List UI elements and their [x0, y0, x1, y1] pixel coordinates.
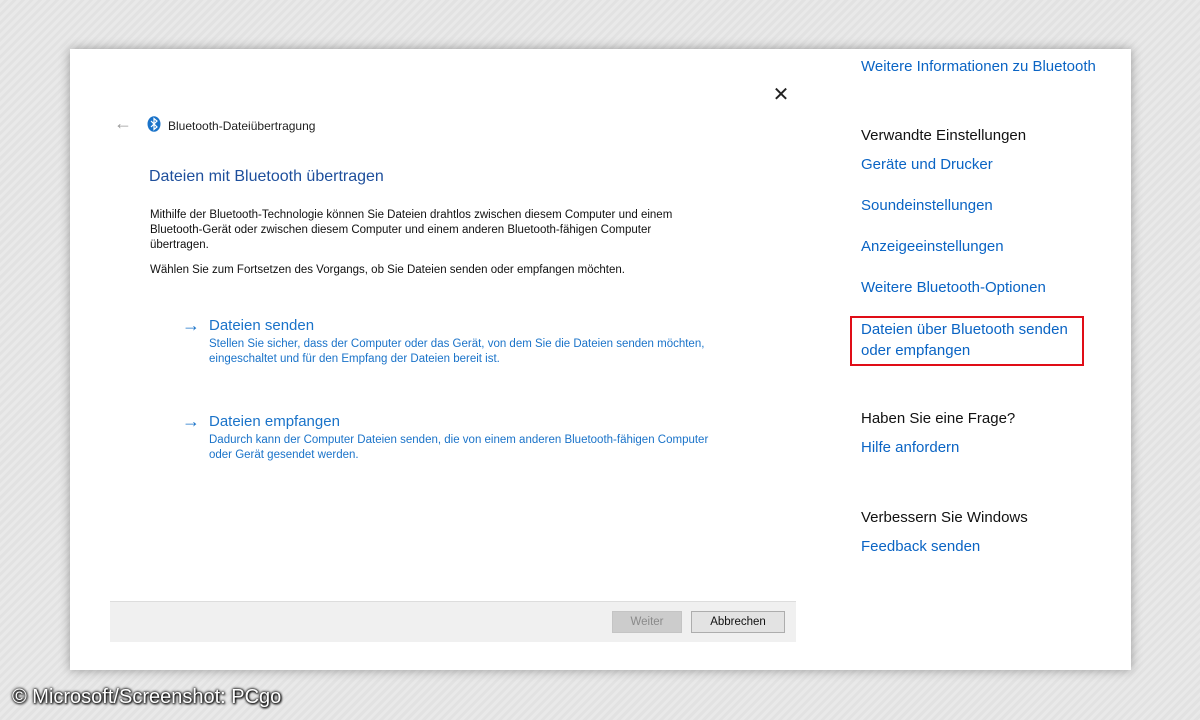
dialog-description: Mithilfe der Bluetooth-Technologie könne… [150, 209, 673, 251]
send-receive-bluetooth-link[interactable]: Dateien über Bluetooth senden oder empfa… [861, 319, 1068, 361]
option-description: Dadurch kann der Computer Dateien senden… [209, 434, 709, 461]
copyright-watermark: © Microsoft/Screenshot: PCgo [12, 686, 282, 708]
back-arrow-icon[interactable]: ← [114, 113, 132, 134]
dialog-title: Bluetooth-Dateiübertragung [168, 119, 316, 133]
more-bluetooth-info-link[interactable]: Weitere Informationen zu Bluetooth [861, 58, 1096, 75]
question-heading: Haben Sie eine Frage? [861, 410, 1016, 427]
dialog-button-bar: Weiter Abbrechen [110, 601, 796, 642]
close-icon[interactable]: ✕ [769, 83, 793, 107]
related-settings-heading: Verwandte Einstellungen [861, 127, 1027, 144]
display-settings-link[interactable]: Anzeigeeinstellungen [861, 238, 1004, 255]
bluetooth-icon [147, 116, 161, 132]
link-line: Dateien über Bluetooth senden [861, 321, 1068, 338]
dialog-prompt: Wählen Sie zum Fortsetzen des Vorgangs, … [150, 264, 625, 276]
improve-windows-heading: Verbessern Sie Windows [861, 509, 1028, 526]
next-button[interactable]: Weiter [612, 611, 682, 633]
arrow-right-icon: → [182, 411, 200, 431]
option-title: Dateien senden [209, 317, 315, 334]
get-help-link[interactable]: Hilfe anfordern [861, 439, 959, 456]
cancel-button[interactable]: Abbrechen [691, 611, 785, 633]
devices-printers-link[interactable]: Geräte und Drucker [861, 156, 993, 173]
option-title: Dateien empfangen [209, 413, 340, 430]
window-frame: ✕ ← Bluetooth-Dateiübertragung Dateien m… [70, 49, 1131, 670]
link-line: oder empfangen [861, 342, 971, 359]
send-feedback-link[interactable]: Feedback senden [861, 538, 980, 555]
sound-settings-link[interactable]: Soundeinstellungen [861, 197, 993, 214]
arrow-right-icon: → [182, 315, 200, 335]
dialog-heading: Dateien mit Bluetooth übertragen [149, 168, 384, 185]
option-description: Stellen Sie sicher, dass der Computer od… [209, 338, 705, 365]
more-bluetooth-options-link[interactable]: Weitere Bluetooth-Optionen [861, 279, 1046, 296]
